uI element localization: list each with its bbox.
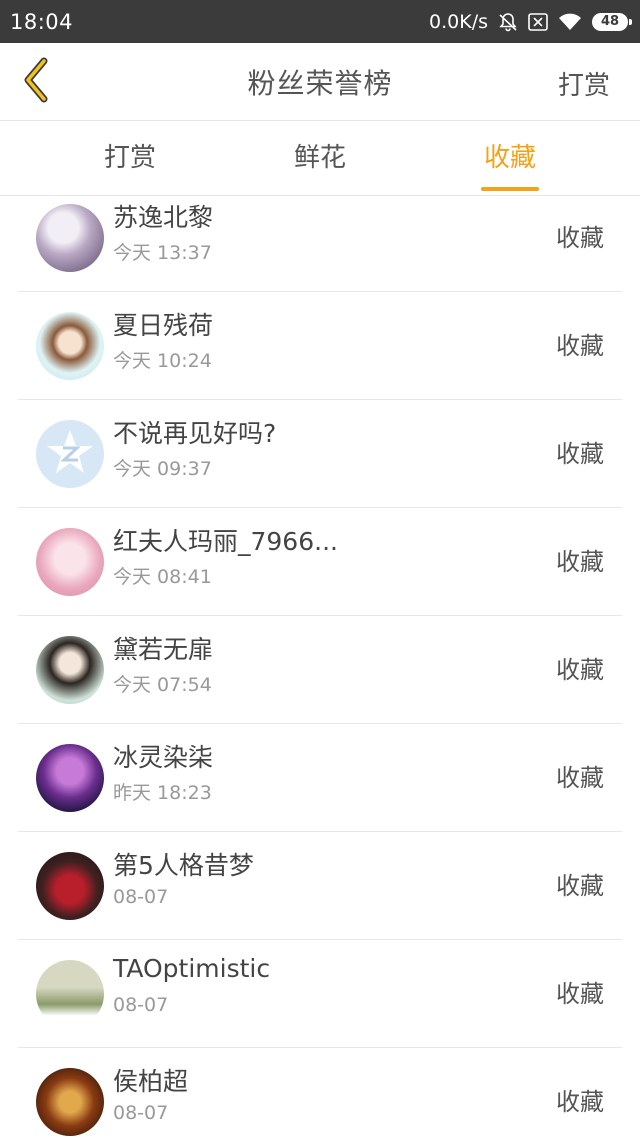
avatar <box>36 312 104 380</box>
tab-label: 打赏 <box>103 143 156 173</box>
action-label: 收藏 <box>556 548 604 576</box>
user-name: TAOptimistic <box>113 954 271 983</box>
network-speed: 0.0K/s <box>429 10 488 33</box>
action-label: 收藏 <box>556 980 604 1008</box>
avatar <box>36 1068 104 1136</box>
item-time: 今天 10:24 <box>113 350 212 372</box>
avatar <box>36 528 104 596</box>
tab-label: 收藏 <box>483 143 536 173</box>
tab-bar: 打赏 鲜花 收藏 <box>0 121 640 196</box>
avatar <box>36 636 104 704</box>
status-bar: 18:04 0.0K/s 48 <box>0 0 640 43</box>
item-time: 昨天 18:23 <box>113 782 212 804</box>
list-item[interactable]: 苏逸北黎 今天 13:37 收藏 <box>18 196 622 292</box>
tab-label: 鲜花 <box>293 143 346 173</box>
item-time: 08-07 <box>113 1102 169 1124</box>
list-item[interactable]: 冰灵染柒 昨天 18:23 收藏 <box>18 724 622 832</box>
user-name: 冰灵染柒 <box>113 743 214 772</box>
avatar <box>36 960 104 1028</box>
list-item[interactable]: 红夫人玛丽_7966... 今天 08:41 收藏 <box>18 508 622 616</box>
list-item[interactable]: TAOptimistic 08-07 收藏 <box>18 940 622 1048</box>
reward-button[interactable]: 打赏 <box>558 65 610 102</box>
action-label: 收藏 <box>556 764 604 792</box>
mute-bell-icon <box>498 12 518 32</box>
chevron-left-icon <box>20 57 52 107</box>
user-name: 不说再见好吗? <box>113 419 277 448</box>
item-time: 08-07 <box>113 886 169 908</box>
user-name: 第5人格昔梦 <box>113 851 254 880</box>
user-name: 夏日残荷 <box>113 311 214 340</box>
item-time: 今天 13:37 <box>113 242 212 264</box>
status-time: 18:04 <box>10 9 74 34</box>
action-label: 收藏 <box>556 332 604 360</box>
tab-flowers[interactable]: 鲜花 <box>260 121 380 196</box>
item-time: 今天 09:37 <box>113 458 212 480</box>
status-right: 0.0K/s 48 <box>429 10 632 33</box>
avatar <box>36 204 104 272</box>
list-item[interactable]: 不说再见好吗? 今天 09:37 收藏 <box>18 400 622 508</box>
action-label: 收藏 <box>556 1088 604 1116</box>
avatar <box>36 744 104 812</box>
wifi-icon <box>558 13 582 31</box>
list-item[interactable]: 第5人格昔梦 08-07 收藏 <box>18 832 622 940</box>
fan-list: 苏逸北黎 今天 13:37 收藏 夏日残荷 今天 10:24 收藏 不说再见好吗… <box>0 196 640 1138</box>
action-label: 收藏 <box>556 440 604 468</box>
active-tab-indicator <box>481 187 539 191</box>
item-time: 今天 07:54 <box>113 674 212 696</box>
page-title: 粉丝荣誉榜 <box>247 66 393 100</box>
back-button[interactable] <box>14 57 58 107</box>
list-item[interactable]: 夏日残荷 今天 10:24 收藏 <box>18 292 622 400</box>
avatar <box>36 420 104 488</box>
navigation-bar: 粉丝荣誉榜 打赏 <box>0 43 640 121</box>
sim-off-icon <box>528 12 548 31</box>
user-name: 侯柏超 <box>113 1067 189 1096</box>
item-time: 08-07 <box>113 994 169 1016</box>
user-name: 红夫人玛丽_7966... <box>113 527 338 556</box>
list-item[interactable]: 黛若无扉 今天 07:54 收藏 <box>18 616 622 724</box>
user-name: 黛若无扉 <box>113 635 214 664</box>
qq-zone-star-icon <box>44 426 96 482</box>
action-label: 收藏 <box>556 872 604 900</box>
action-label: 收藏 <box>556 224 604 252</box>
action-label: 收藏 <box>556 656 604 684</box>
tab-reward[interactable]: 打赏 <box>70 121 190 196</box>
tab-favorites[interactable]: 收藏 <box>450 121 570 196</box>
avatar <box>36 852 104 920</box>
user-name: 苏逸北黎 <box>113 203 214 232</box>
list-item[interactable]: 侯柏超 08-07 收藏 <box>18 1048 622 1138</box>
item-time: 今天 08:41 <box>113 566 212 588</box>
battery-icon: 48 <box>592 12 632 31</box>
